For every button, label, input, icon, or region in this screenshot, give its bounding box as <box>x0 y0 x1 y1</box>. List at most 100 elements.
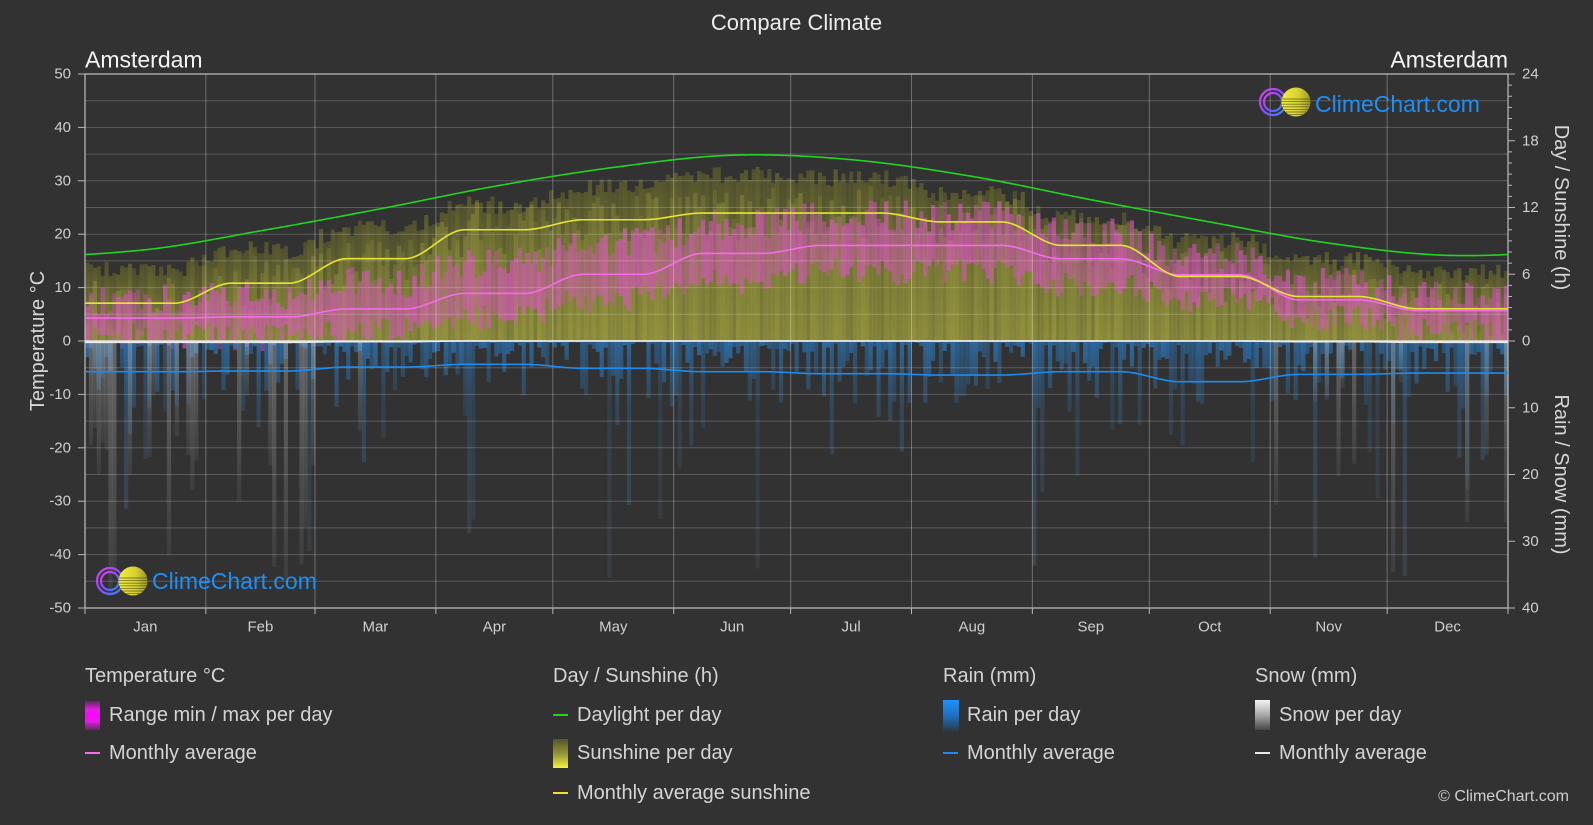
temperature-range-bar <box>654 252 659 287</box>
rain-bar <box>1293 341 1298 401</box>
snow-bar <box>92 341 97 428</box>
temperature-range-bar <box>385 287 390 320</box>
rain-bar <box>868 341 873 371</box>
rain-bar <box>170 341 175 391</box>
snow-bar <box>303 341 308 527</box>
y-left-tick-label: 10 <box>54 279 71 296</box>
y-right-tick-label-hours: 0 <box>1522 333 1530 350</box>
rain-bar <box>1305 341 1310 354</box>
rain-bar <box>131 341 136 408</box>
rain-bar <box>981 341 986 358</box>
rain-bar <box>993 341 998 362</box>
temperature-range-bar <box>856 222 862 282</box>
temperature-range-bar <box>810 202 815 264</box>
temperature-range-bar <box>541 257 546 323</box>
temperature-range-bar <box>447 256 452 318</box>
temperature-range-bar <box>864 210 869 266</box>
rain-bar <box>459 341 464 365</box>
temperature-range-bar <box>92 312 97 329</box>
rain-bar <box>143 341 148 459</box>
rain-bar <box>977 341 982 352</box>
rain-bar <box>591 341 597 349</box>
legend-title-rain: Rain (mm) <box>943 665 1037 687</box>
temperature-range-bar <box>989 228 994 285</box>
temperature-range-bar <box>1457 303 1462 331</box>
rain-bar <box>876 341 881 418</box>
temperature-range-bar <box>190 306 195 333</box>
rain-bar <box>408 341 413 363</box>
rain-bar <box>1086 341 1092 381</box>
rain-bar <box>1270 341 1275 402</box>
temperature-range-bar <box>942 201 947 283</box>
sunshine-bar <box>1476 331 1482 341</box>
temperature-range-bar <box>739 225 745 295</box>
temperature-range-bar <box>888 229 893 272</box>
temperature-range-bar <box>396 270 402 337</box>
rain-bar <box>728 341 733 359</box>
snow-bar <box>96 341 101 475</box>
legend-title-sunshine: Day / Sunshine (h) <box>553 665 719 687</box>
temperature-range-bar <box>326 280 331 322</box>
sunshine-bar <box>1223 301 1228 341</box>
temperature-range-bar <box>1075 223 1080 286</box>
rain-bar <box>1036 341 1041 408</box>
temperature-range-bar <box>564 251 569 292</box>
rain-bar <box>938 341 943 383</box>
rain-bar <box>677 341 682 469</box>
temperature-range-bar <box>587 245 593 313</box>
sunshine-average-line-icon <box>553 792 568 794</box>
temperature-range-bar <box>720 239 725 284</box>
temperature-range-bar <box>334 291 339 344</box>
rain-bar <box>1059 341 1064 370</box>
rain-bar <box>334 341 339 407</box>
y-left-tick-label: 30 <box>54 172 71 189</box>
temperature-range-bar <box>159 310 164 340</box>
temperature-range-bar <box>1398 297 1404 341</box>
rain-bar <box>1207 341 1213 354</box>
rain-bar <box>225 341 230 375</box>
x-tick-label: Jan <box>133 619 157 636</box>
rain-bar <box>997 341 1002 384</box>
temperature-range-bar <box>849 218 854 268</box>
rain-bar <box>404 341 409 356</box>
rain-bar <box>1047 341 1053 389</box>
temperature-range-bar <box>872 202 877 268</box>
snow-bar <box>272 341 277 567</box>
rain-bar <box>969 341 975 375</box>
temperature-range-bar <box>665 225 671 295</box>
rain-bar <box>1149 341 1154 348</box>
y-right-tick-label-precipitation: 10 <box>1522 399 1539 416</box>
temperature-range-bar <box>966 212 971 264</box>
temperature-range-bar <box>677 218 682 287</box>
temperature-range-bar <box>478 275 483 331</box>
rain-bar <box>1227 341 1232 356</box>
rain-bar <box>1254 341 1259 368</box>
rain-bar <box>467 341 472 534</box>
temperature-range-bar <box>985 202 990 279</box>
rain-bar <box>950 341 955 375</box>
x-tick-label: Sep <box>1077 619 1104 636</box>
rain-bar <box>373 341 378 367</box>
rain-bar <box>361 341 366 463</box>
temperature-range-bar <box>392 294 398 338</box>
temperature-range-bar <box>303 295 308 329</box>
rain-bar <box>1172 341 1177 390</box>
rain-bar <box>1297 341 1302 366</box>
rain-bar <box>392 341 398 391</box>
rain-bar <box>1122 341 1127 360</box>
temperature-range-bar <box>373 286 378 322</box>
sunshine-bar <box>1149 288 1154 341</box>
rain-bar <box>1032 341 1037 566</box>
rain-bar <box>662 341 667 383</box>
snow-bar <box>1324 341 1329 400</box>
rain-bar <box>1316 341 1322 383</box>
temperature-range-bar <box>361 271 366 337</box>
temperature-range-bar <box>1176 260 1181 301</box>
temperature-range-bar <box>814 215 819 262</box>
temperature-range-bar <box>1258 256 1263 301</box>
temperature-range-bar <box>1223 258 1228 288</box>
rain-bars <box>85 341 1509 578</box>
rain-bar <box>685 341 690 363</box>
snow-bar <box>283 341 289 579</box>
temperature-range-bar <box>1036 213 1041 284</box>
